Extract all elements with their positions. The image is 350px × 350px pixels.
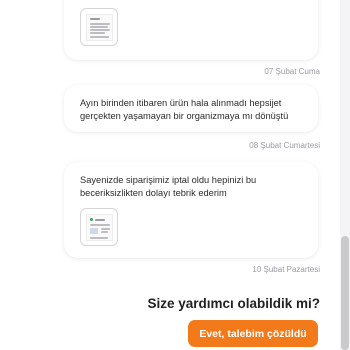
message-bubble: Ayın birinden itibaren ürün hala alınmad… <box>64 85 318 132</box>
message-timestamp: 08 Şubat Cumartesi <box>249 141 320 150</box>
scrollbar-thumb[interactable] <box>341 236 349 350</box>
attachment-thumbnail[interactable] <box>80 208 118 246</box>
document-thumbnail-icon <box>86 214 113 241</box>
message-text: Sayenizde siparişimiz iptal oldu hepiniz… <box>80 175 257 198</box>
message-timestamp: 10 Şubat Pazartesi <box>252 265 320 274</box>
message-bubble <box>64 0 318 60</box>
feedback-question: Size yardımcı olabildik mi? <box>147 296 320 311</box>
attachment-thumbnail[interactable] <box>80 8 118 46</box>
document-thumbnail-icon <box>86 14 113 41</box>
message-timestamp: 07 Şubat Cuma <box>264 67 320 76</box>
message-bubble: Sayenizde siparişimiz iptal oldu hepiniz… <box>64 162 318 258</box>
scrollbar-track[interactable] <box>340 0 350 350</box>
message-text: Ayın birinden itibaren ürün hala alınmad… <box>80 98 289 121</box>
resolved-button[interactable]: Evet, talebim çözüldü <box>188 320 318 347</box>
